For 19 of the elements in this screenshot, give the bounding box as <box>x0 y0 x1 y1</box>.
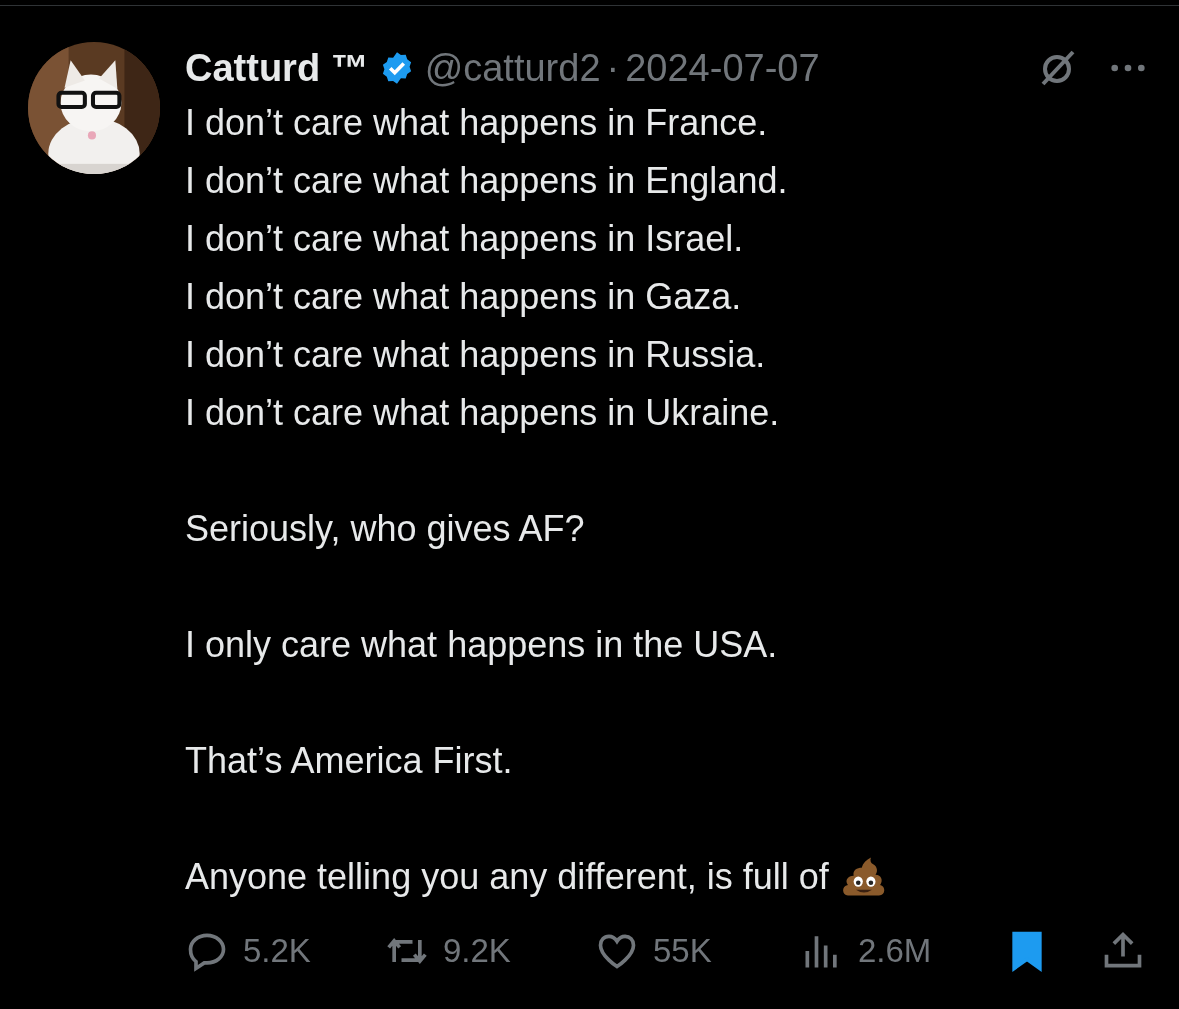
author-name[interactable]: Catturd ™ <box>185 46 369 90</box>
like-count: 55K <box>653 932 712 970</box>
post-text: I don’t care what happens in Israel. <box>185 217 744 261</box>
post-text: Anyone telling you any different, is full of <box>185 855 829 899</box>
post-text: I don’t care what happens in Ukraine. <box>185 391 780 435</box>
post-text: I don’t care what happens in Gaza. <box>185 275 742 319</box>
post-text: I don’t care what happens in England. <box>185 159 788 203</box>
repost-count: 9.2K <box>443 932 511 970</box>
post-text: That’s America First. <box>185 739 513 783</box>
more-icon[interactable] <box>1109 62 1147 74</box>
post-text: I don’t care what happens in Russia. <box>185 333 766 377</box>
post-date[interactable]: 2024-07-07 <box>625 46 820 90</box>
author-handle[interactable]: @catturd2 <box>424 46 601 90</box>
view-count: 2.6M <box>858 932 932 970</box>
reply-count: 5.2K <box>243 932 311 970</box>
separator: · <box>606 46 620 90</box>
post-text: I don’t care what happens in France. <box>185 101 768 145</box>
post-text: I only care what happens in the USA. <box>185 623 778 667</box>
post-text: Seriously, who gives AF? <box>185 507 585 551</box>
